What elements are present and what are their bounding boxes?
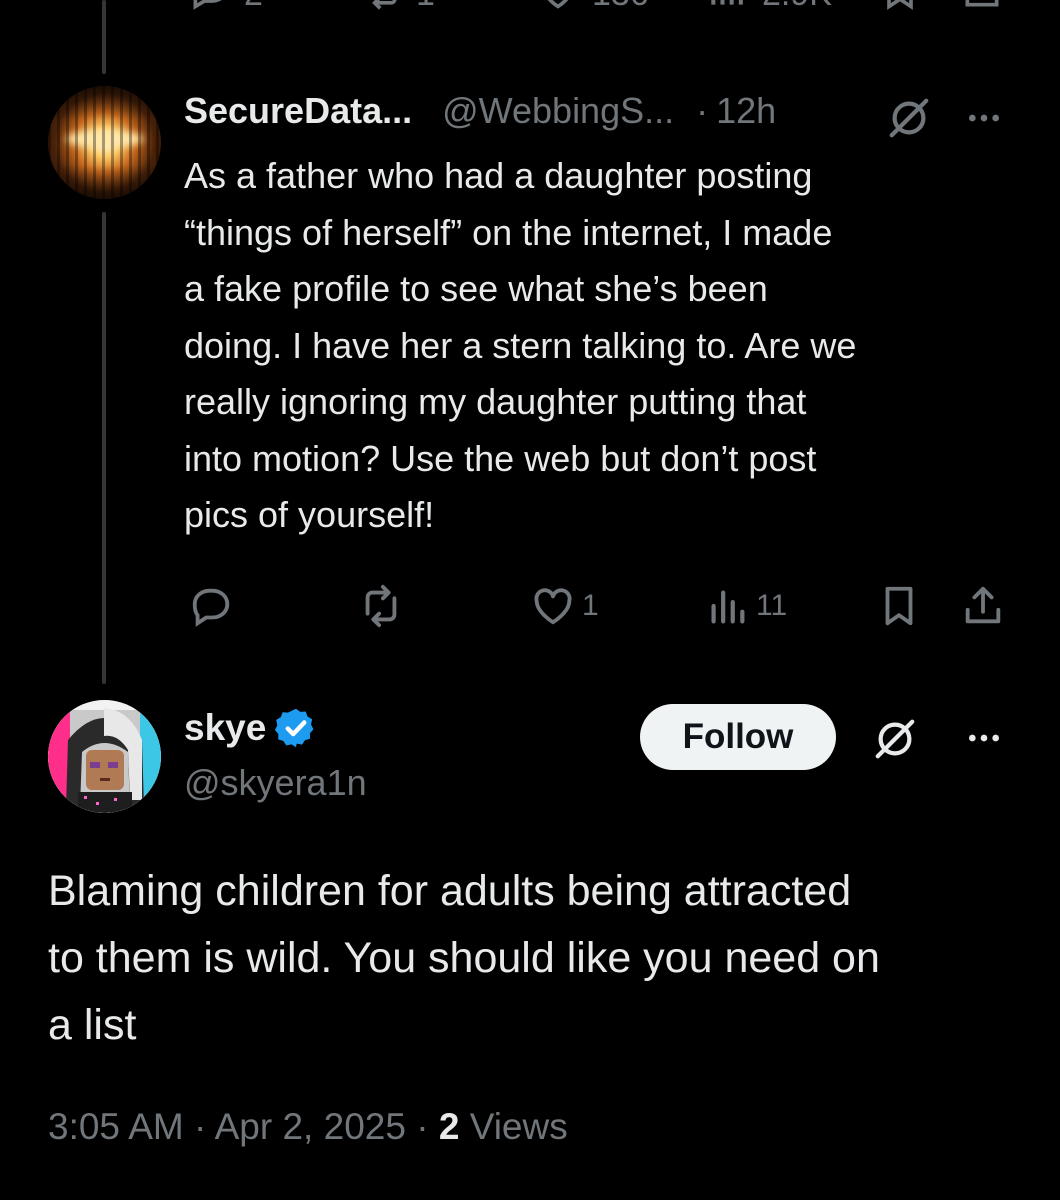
previous-share-button[interactable] [960, 0, 1004, 18]
time-separator: · [696, 90, 709, 131]
avatar[interactable] [48, 86, 161, 199]
share-button[interactable] [960, 583, 1006, 629]
post-date[interactable]: Apr 2, 2025 [215, 1106, 406, 1147]
heart-icon [536, 0, 580, 18]
previous-views-count: 2.9K [762, 0, 832, 14]
more-icon[interactable] [964, 98, 1004, 138]
post-time[interactable]: 3:05 AM [48, 1106, 184, 1147]
views-count: 11 [756, 589, 788, 622]
previous-views-button[interactable]: 2.9K [706, 0, 832, 18]
repost-icon [360, 0, 404, 18]
reply-icon [188, 0, 232, 18]
post-time[interactable]: 12h [716, 90, 776, 132]
more-icon[interactable] [964, 718, 1004, 758]
views-label: Views [469, 1106, 568, 1147]
author-handle[interactable]: @WebbingS... [442, 90, 674, 132]
follow-button[interactable]: Follow [640, 704, 836, 770]
previous-post-action-bar: 2 1 136 2.9K [0, 0, 1060, 18]
thread-line-middle [102, 212, 106, 684]
avatar[interactable] [48, 700, 161, 813]
grok-icon[interactable] [886, 95, 932, 141]
post-metadata: 3:05 AM · Apr 2, 2025 · 2 Views [48, 1106, 568, 1148]
previous-reply-button[interactable]: 2 [188, 0, 263, 18]
reply-icon [188, 583, 234, 629]
views-count: 2 [438, 1106, 460, 1147]
repost-button[interactable] [358, 583, 410, 629]
previous-repost-count: 1 [416, 0, 435, 14]
reply-post-header: SecureData... @WebbingS... · 12h [184, 90, 776, 132]
bookmark-icon [876, 583, 922, 629]
author-handle[interactable]: @skyera1n [184, 762, 367, 804]
repost-icon [358, 583, 404, 629]
thread-line-top [102, 0, 106, 74]
previous-like-count: 136 [592, 0, 649, 14]
like-count: 1 [582, 589, 599, 622]
meta-separator: · [416, 1106, 429, 1147]
previous-bookmark-button[interactable] [878, 0, 922, 18]
share-icon [960, 0, 1004, 18]
main-post-body: Blaming children for adults being attrac… [48, 867, 880, 1049]
avatar-texture [48, 86, 161, 199]
author-display-name[interactable]: SecureData... [184, 90, 412, 132]
author-display-name[interactable]: skye [184, 707, 266, 749]
like-button[interactable]: 1 [530, 583, 599, 629]
reply-button[interactable] [188, 583, 240, 629]
share-icon [960, 583, 1006, 629]
previous-repost-button[interactable]: 1 [360, 0, 435, 18]
bookmark-icon [878, 0, 922, 18]
verified-badge-icon[interactable] [274, 706, 318, 750]
previous-reply-count: 2 [244, 0, 263, 14]
bookmark-button[interactable] [876, 583, 922, 629]
previous-like-button[interactable]: 136 [536, 0, 649, 18]
grok-icon[interactable] [872, 716, 918, 762]
views-icon [704, 583, 750, 629]
avatar-art [48, 700, 161, 813]
meta-separator: · [194, 1106, 207, 1147]
views-icon [706, 0, 750, 18]
heart-icon [530, 583, 576, 629]
reply-post-body: As a father who had a daughter posting “… [184, 155, 857, 535]
views-button[interactable]: 11 [704, 583, 787, 629]
author-display-name-row: skye [184, 706, 318, 750]
